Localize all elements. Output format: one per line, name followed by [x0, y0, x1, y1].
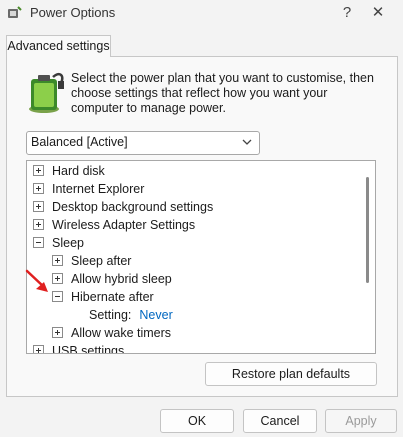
tree-item-label: Internet Explorer	[52, 182, 145, 196]
tree-item-sleep[interactable]: Sleep	[33, 234, 84, 252]
plan-description: Select the power plan that you want to c…	[71, 71, 374, 115]
tree-item-label: Sleep after	[71, 254, 132, 268]
cancel-button[interactable]: Cancel	[243, 409, 317, 433]
tree-item-label: USB settings	[52, 344, 125, 354]
tree-item-label: Allow wake timers	[71, 326, 172, 340]
tree-item-hard-disk[interactable]: Hard disk	[33, 162, 105, 180]
power-options-icon	[8, 6, 22, 18]
apply-button[interactable]: Apply	[325, 409, 397, 433]
settings-tree[interactable]: Hard disk Internet Explorer Desktop back…	[26, 160, 376, 354]
title-bar: Power Options ? ✕	[0, 0, 403, 26]
tree-item-label: Wireless Adapter Settings	[52, 218, 196, 232]
expand-plus-icon[interactable]	[33, 183, 44, 195]
expand-plus-icon[interactable]	[33, 165, 44, 177]
power-plan-value: Balanced [Active]	[31, 135, 128, 149]
expand-plus-icon[interactable]	[52, 255, 63, 267]
expand-plus-icon[interactable]	[52, 327, 63, 339]
expand-plus-icon[interactable]	[33, 201, 44, 213]
tree-item-label: Hard disk	[52, 164, 105, 178]
tree-item-desktop-background[interactable]: Desktop background settings	[33, 198, 213, 216]
setting-value-link[interactable]: Never	[139, 308, 172, 322]
tree-item-setting: Setting: Never	[89, 306, 173, 324]
tree-item-label: Hibernate after	[71, 290, 154, 304]
tree-item-label: Desktop background settings	[52, 200, 214, 214]
battery-plan-icon	[29, 72, 64, 113]
chevron-down-icon	[242, 139, 252, 145]
power-plan-select[interactable]: Balanced [Active]	[26, 131, 260, 155]
expand-plus-icon[interactable]	[33, 345, 44, 353]
help-button[interactable]: ?	[336, 3, 358, 23]
window-title: Power Options	[30, 5, 116, 20]
tree-scrollbar-thumb[interactable]	[366, 177, 369, 283]
tree-item-usb-settings[interactable]: USB settings	[33, 342, 125, 354]
tree-item-sleep-after[interactable]: Sleep after	[52, 252, 131, 270]
restore-plan-defaults-button[interactable]: Restore plan defaults	[205, 362, 377, 386]
tree-item-label: Sleep	[52, 236, 84, 250]
ok-button[interactable]: OK	[160, 409, 234, 433]
tree-item-allow-hybrid-sleep[interactable]: Allow hybrid sleep	[52, 270, 172, 288]
tab-advanced-settings[interactable]: Advanced settings	[6, 35, 111, 57]
expand-plus-icon[interactable]	[33, 219, 44, 231]
setting-label: Setting:	[89, 308, 132, 322]
tree-item-internet-explorer[interactable]: Internet Explorer	[33, 180, 144, 198]
close-button[interactable]: ✕	[366, 3, 390, 23]
tree-item-hibernate-after[interactable]: Hibernate after	[52, 288, 154, 306]
red-arrow-annotation-icon	[25, 269, 48, 292]
tree-item-wireless-adapter[interactable]: Wireless Adapter Settings	[33, 216, 195, 234]
collapse-minus-icon[interactable]	[33, 237, 44, 249]
tree-item-allow-wake-timers[interactable]: Allow wake timers	[52, 324, 171, 342]
tree-item-label: Allow hybrid sleep	[71, 272, 172, 286]
